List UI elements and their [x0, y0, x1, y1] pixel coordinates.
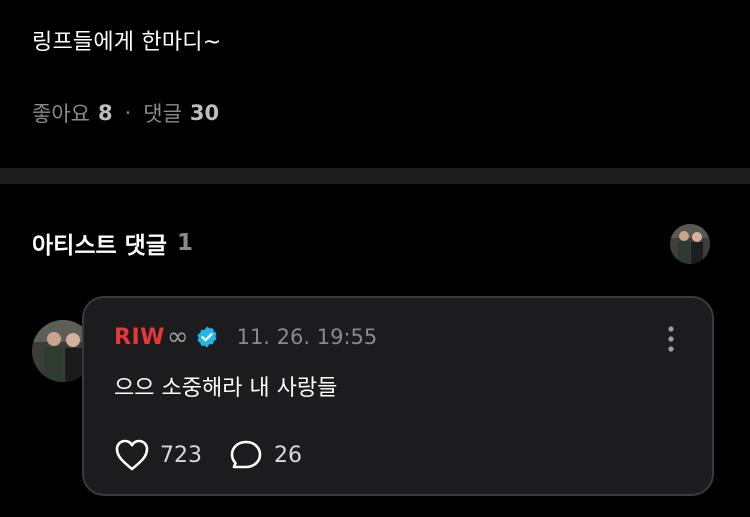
post-stats: 좋아요 8 · 댓글 30 — [32, 98, 219, 128]
comments-count[interactable]: 30 — [190, 101, 219, 125]
verified-badge-icon — [195, 325, 219, 349]
more-options-icon[interactable] — [668, 326, 674, 352]
reply-button[interactable]: 26 — [228, 438, 302, 472]
comment-header: RIW ∞ 11. 26. 19:55 — [114, 324, 377, 350]
like-count: 723 — [160, 442, 202, 468]
comment-actions: 723 26 — [114, 438, 328, 472]
artist-comments-title: 아티스트 댓글 — [32, 233, 167, 259]
infinity-icon: ∞ — [166, 322, 189, 352]
likes-count[interactable]: 8 — [98, 101, 113, 125]
heart-icon — [115, 439, 149, 471]
comment-bubble-icon — [230, 440, 262, 469]
reply-count: 26 — [274, 442, 302, 468]
comment-timestamp: 11. 26. 19:55 — [236, 325, 378, 349]
section-divider — [0, 168, 750, 184]
artist-comment-card[interactable]: RIW ∞ 11. 26. 19:55 으으 소중해라 내 사랑들 723 26 — [82, 296, 714, 496]
like-button[interactable]: 723 — [114, 438, 202, 472]
comment-author[interactable]: RIW — [114, 325, 165, 350]
artist-comments-count: 1 — [176, 230, 193, 256]
post-text: 링프들에게 한마디~ — [32, 30, 222, 55]
comment-text: 으으 소중해라 내 사랑들 — [114, 376, 338, 401]
artist-avatar-small[interactable] — [670, 224, 710, 264]
likes-label[interactable]: 좋아요 — [32, 98, 90, 128]
comments-label[interactable]: 댓글 — [143, 98, 182, 128]
stats-separator: · — [124, 101, 132, 125]
artist-comments-header: 아티스트 댓글 1 — [32, 226, 193, 260]
